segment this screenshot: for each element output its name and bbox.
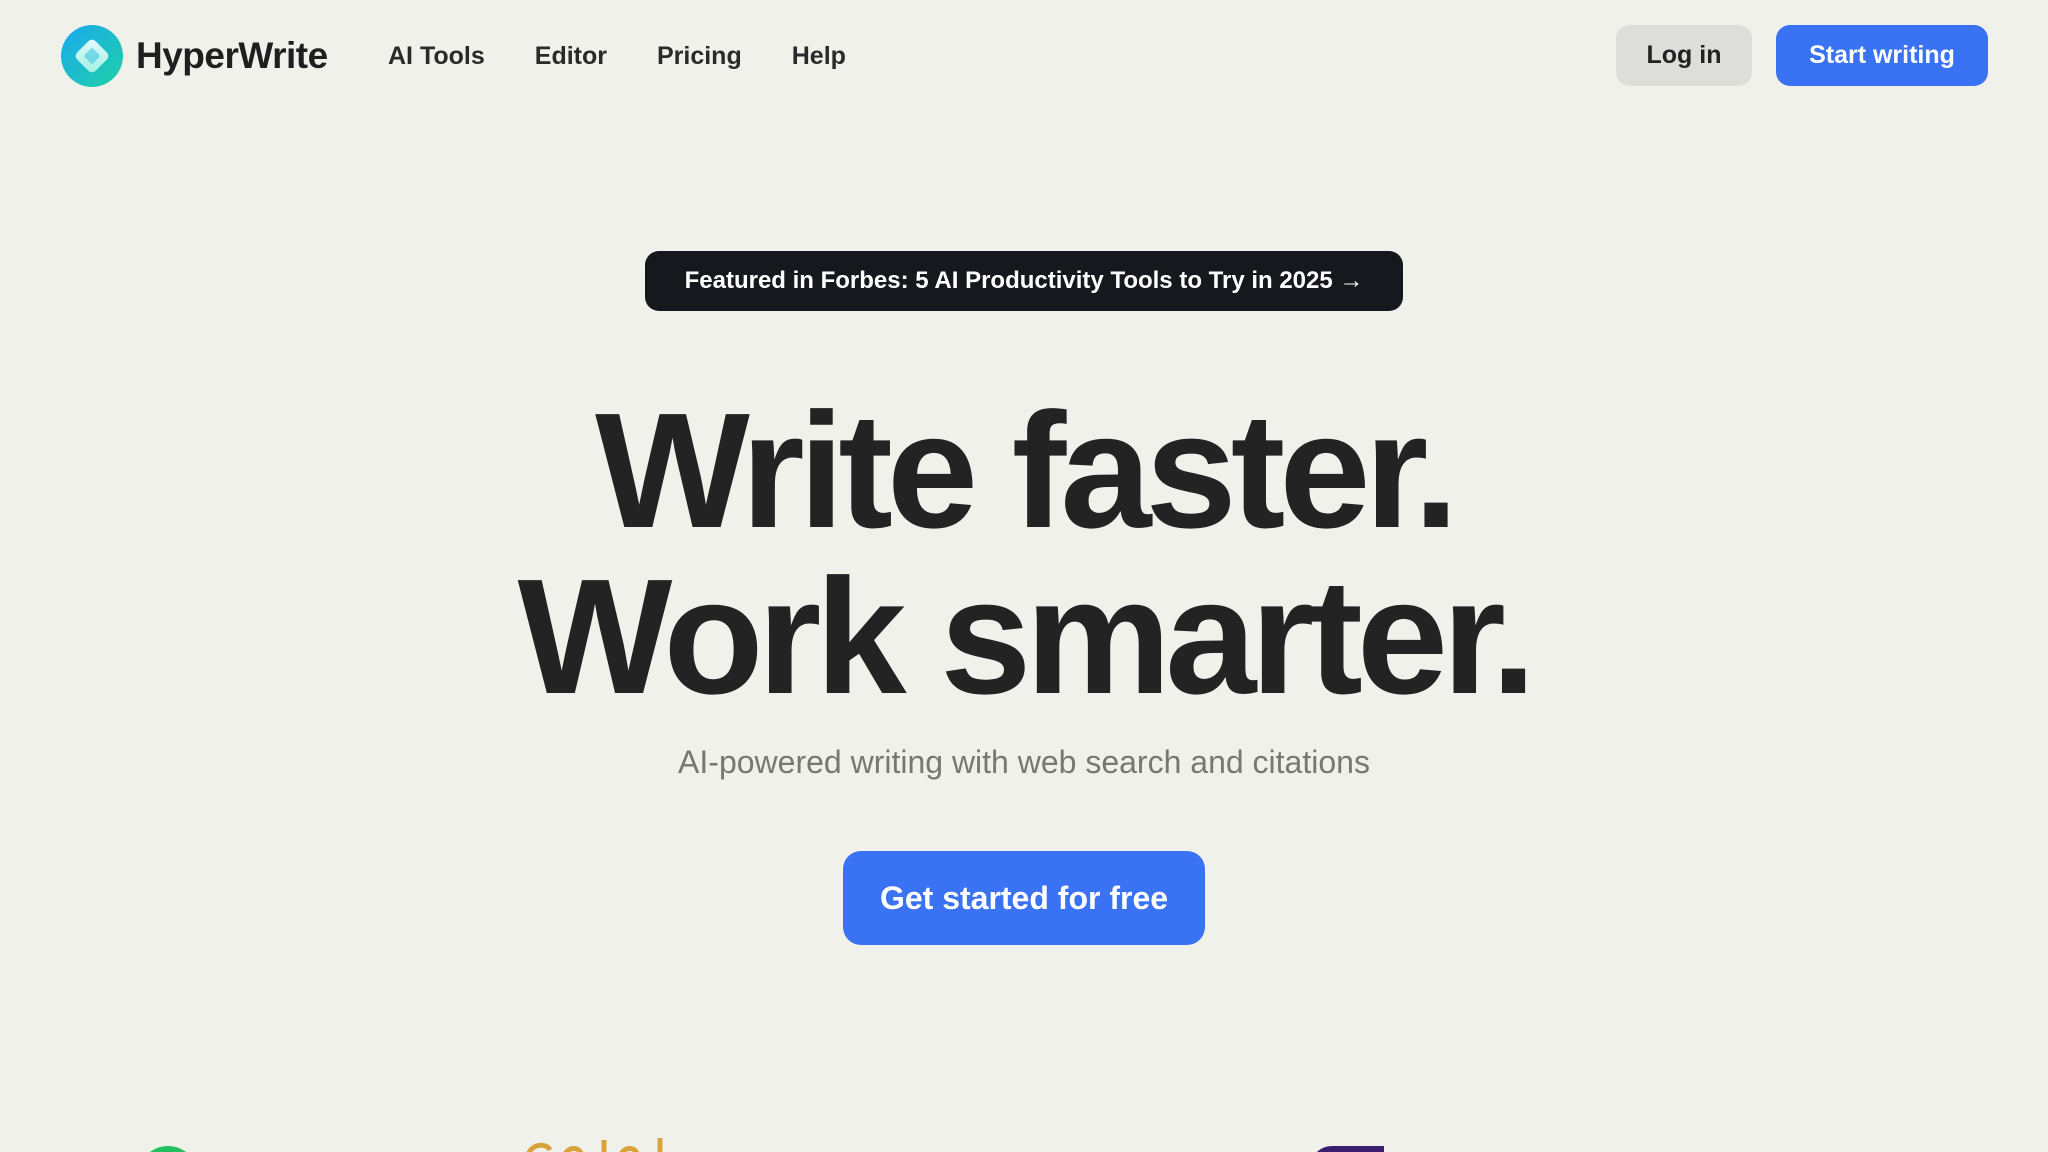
headline-line-2: Work smarter. bbox=[517, 545, 1537, 728]
partner-logo-purple-icon bbox=[1310, 1146, 1384, 1152]
login-button[interactable]: Log in bbox=[1616, 25, 1752, 86]
top-navigation: HyperWrite AI Tools Editor Pricing Help … bbox=[0, 0, 2048, 112]
brand-home-link[interactable]: HyperWrite bbox=[60, 24, 328, 88]
headline-line-1: Write faster. bbox=[595, 379, 1459, 562]
hero-subheading: AI-powered writing with web search and c… bbox=[678, 744, 1370, 780]
hyperwrite-logo-icon bbox=[61, 25, 123, 87]
hero-headline: Write faster. Work smarter. bbox=[0, 388, 2048, 720]
nav-link-editor[interactable]: Editor bbox=[535, 42, 607, 71]
primary-nav: AI Tools Editor Pricing Help bbox=[388, 36, 846, 76]
get-started-button[interactable]: Get started for free bbox=[843, 851, 1205, 945]
nav-link-pricing[interactable]: Pricing bbox=[657, 42, 742, 71]
featured-forbes-banner[interactable]: Featured in Forbes: 5 AI Productivity To… bbox=[645, 251, 1403, 311]
start-writing-button[interactable]: Start writing bbox=[1776, 25, 1988, 86]
partner-logo-green-icon bbox=[138, 1146, 198, 1152]
partner-logo-strip bbox=[0, 1130, 2048, 1152]
nav-link-ai-tools[interactable]: AI Tools bbox=[388, 42, 485, 71]
brand-name: HyperWrite bbox=[136, 35, 328, 76]
partner-logo-gold-icon bbox=[526, 1138, 663, 1152]
nav-link-help[interactable]: Help bbox=[792, 42, 846, 71]
